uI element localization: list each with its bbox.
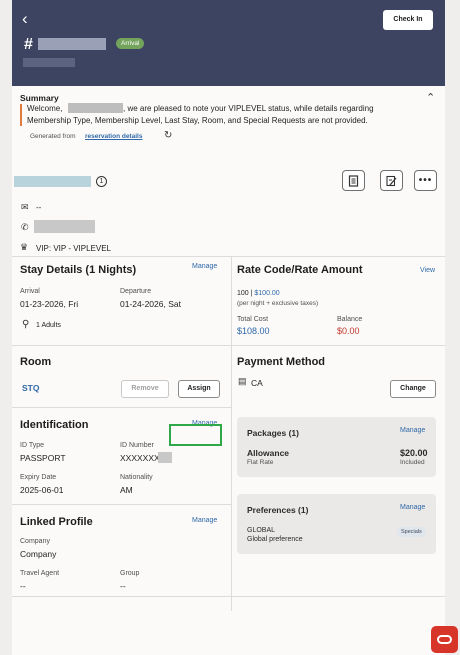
package-included: Included bbox=[400, 459, 425, 466]
divider bbox=[12, 504, 231, 505]
group-value: -- bbox=[120, 581, 126, 591]
mail-icon: ✉ bbox=[21, 202, 29, 212]
payment-method: CA bbox=[251, 378, 263, 388]
departure-value: 01-24-2026, Sat bbox=[120, 299, 181, 309]
rate-prefix: 100 | bbox=[237, 290, 255, 297]
id-number-redacted bbox=[158, 452, 172, 463]
group-label: Group bbox=[120, 570, 140, 577]
summary-text-line2: Membership Type, Membership Level, Last … bbox=[27, 116, 368, 125]
oracle-logo-icon bbox=[437, 635, 452, 644]
guests-count: 1 Adults bbox=[36, 322, 61, 329]
ellipsis-icon: ••• bbox=[418, 175, 433, 186]
generated-from-label: Generated from bbox=[30, 133, 76, 140]
summary-panel: Summary ⌃ Welcome, , we are pleased to n… bbox=[12, 86, 445, 148]
divider bbox=[12, 407, 231, 408]
change-payment-button[interactable]: Change bbox=[390, 380, 436, 398]
phone-icon: ✆ bbox=[21, 222, 29, 232]
refresh-icon[interactable]: ↻ bbox=[164, 130, 172, 141]
check-in-button[interactable]: Check In bbox=[383, 10, 433, 30]
travel-agent-label: Travel Agent bbox=[20, 570, 60, 577]
edit-notes-button[interactable] bbox=[380, 170, 403, 191]
payment-card-icon: ▤ bbox=[238, 376, 247, 386]
rate-note: (per night + exclusive taxes) bbox=[237, 300, 319, 307]
rate-title: Rate Code/Rate Amount bbox=[237, 264, 363, 276]
balance-label: Balance bbox=[337, 316, 363, 323]
collapse-chevron-up-icon[interactable]: ⌃ bbox=[426, 91, 435, 104]
departure-label: Departure bbox=[120, 288, 152, 295]
preference-chip: Specials bbox=[397, 527, 426, 537]
document-button[interactable] bbox=[342, 170, 365, 191]
phone-redacted bbox=[34, 220, 95, 233]
linked-profile-title: Linked Profile bbox=[20, 516, 93, 528]
confirmation-number-redacted bbox=[38, 38, 106, 50]
profile-vip: VIP: VIP - VIPLEVEL bbox=[36, 244, 111, 253]
packages-manage-link[interactable]: Manage bbox=[400, 427, 425, 434]
summary-accent-bar bbox=[20, 104, 22, 126]
reservation-header: ‹ Check In # Arrival bbox=[12, 0, 445, 86]
crown-icon: ♛ bbox=[20, 242, 29, 252]
edit-note-icon bbox=[386, 175, 397, 186]
preferences-manage-link[interactable]: Manage bbox=[400, 504, 425, 511]
stay-manage-link[interactable]: Manage bbox=[192, 263, 217, 270]
package-amount: $20.00 bbox=[400, 448, 428, 458]
room-type-link[interactable]: STQ bbox=[22, 383, 39, 393]
summary-title: Summary bbox=[20, 93, 59, 103]
divider bbox=[12, 596, 445, 597]
assistant-button[interactable] bbox=[431, 626, 458, 653]
total-cost-value: $108.00 bbox=[237, 326, 270, 336]
nationality-label: Nationality bbox=[120, 474, 153, 481]
info-badge: 1 bbox=[96, 176, 107, 187]
preferences-card bbox=[237, 494, 436, 554]
guest-name-redacted bbox=[23, 58, 75, 67]
divider bbox=[12, 345, 445, 346]
arrival-label: Arrival bbox=[20, 288, 40, 295]
more-actions-button[interactable]: ••• bbox=[414, 170, 437, 191]
reservation-details-link[interactable]: reservation details bbox=[85, 133, 142, 140]
company-value: Company bbox=[20, 549, 57, 559]
rate-amount: $100.00 bbox=[254, 290, 280, 297]
expiry-value: 2025-06-01 bbox=[20, 485, 64, 495]
remove-room-button[interactable]: Remove bbox=[121, 380, 169, 398]
identification-title: Identification bbox=[20, 419, 89, 431]
id-type-value: PASSPORT bbox=[20, 453, 66, 463]
preferences-title: Preferences (1) bbox=[247, 505, 309, 515]
guest-name-redacted bbox=[68, 103, 123, 113]
status-badge: Arrival bbox=[116, 38, 145, 49]
column-divider bbox=[231, 256, 232, 611]
id-number-value: XXXXXXX bbox=[120, 453, 160, 463]
reservation-card: Summary ⌃ Welcome, , we are pleased to n… bbox=[12, 86, 445, 655]
back-chevron-icon[interactable]: ‹ bbox=[22, 10, 28, 27]
confirmation-hash: # bbox=[24, 36, 33, 53]
package-name: Allowance bbox=[247, 448, 290, 458]
travel-agent-value: -- bbox=[20, 581, 26, 591]
highlight-box bbox=[169, 424, 222, 446]
assign-room-button[interactable]: Assign bbox=[178, 380, 220, 398]
packages-card bbox=[237, 417, 436, 477]
summary-text-line1: , we are pleased to note your VIPLEVEL s… bbox=[123, 104, 374, 113]
rate-line: 100 | $100.00 bbox=[237, 290, 280, 297]
linked-profile-manage-link[interactable]: Manage bbox=[192, 517, 217, 524]
guest-person-icon: ⚲ bbox=[22, 319, 30, 330]
preference-desc: Global preference bbox=[247, 536, 303, 543]
id-number-label: ID Number bbox=[120, 442, 154, 449]
arrival-value: 01-23-2026, Fri bbox=[20, 299, 79, 309]
total-cost-label: Total Cost bbox=[237, 316, 269, 323]
profile-name-redacted bbox=[14, 176, 91, 187]
id-type-label: ID Type bbox=[20, 442, 44, 449]
package-rate-type: Flat Rate bbox=[247, 459, 274, 466]
document-icon bbox=[348, 174, 359, 187]
profile-email: -- bbox=[36, 203, 42, 212]
nationality-value: AM bbox=[120, 485, 133, 495]
summary-welcome: Welcome, bbox=[27, 104, 63, 113]
preference-name: GLOBAL bbox=[247, 527, 276, 534]
company-label: Company bbox=[20, 538, 50, 545]
balance-value: $0.00 bbox=[337, 326, 360, 336]
divider bbox=[12, 256, 445, 257]
room-title: Room bbox=[20, 356, 52, 368]
payment-title: Payment Method bbox=[237, 356, 326, 368]
expiry-label: Expiry Date bbox=[20, 474, 57, 481]
rate-view-link[interactable]: View bbox=[420, 267, 435, 274]
stay-details-title: Stay Details (1 Nights) bbox=[20, 264, 137, 276]
packages-title: Packages (1) bbox=[247, 428, 299, 438]
